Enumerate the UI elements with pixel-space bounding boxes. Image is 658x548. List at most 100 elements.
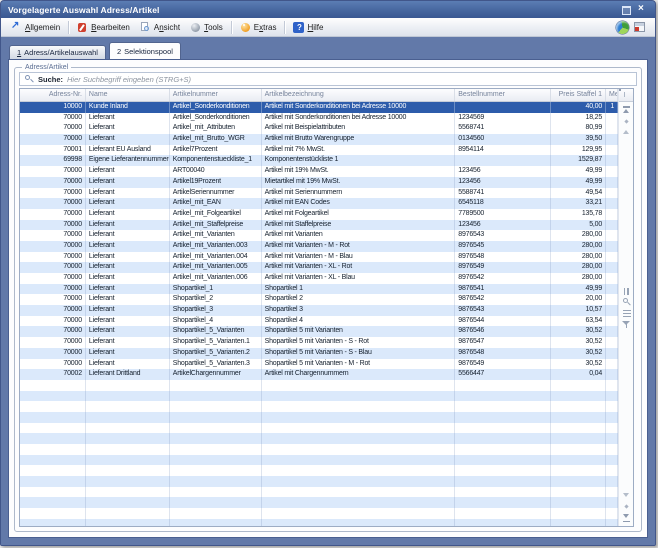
- cell-preis: 135,78: [551, 209, 606, 220]
- table-row[interactable]: 70000LieferantShopartikel_4Shopartikel 4…: [20, 316, 618, 327]
- filter-icon[interactable]: [621, 320, 632, 329]
- empty-row: [20, 476, 618, 487]
- cell-bestellnummer: [455, 497, 551, 508]
- table-row[interactable]: 70000LieferantArtikel19ProzentMietartike…: [20, 177, 618, 188]
- scroll-mark-icon[interactable]: [621, 502, 632, 511]
- scroll-top-icon[interactable]: [621, 106, 632, 115]
- restore-icon[interactable]: [620, 4, 633, 16]
- cell-artikelbezeichnung: [262, 519, 456, 526]
- table-row[interactable]: 70000LieferantArtikel_mit_Varianten.004A…: [20, 252, 618, 263]
- menu-item-extras[interactable]: Extras: [235, 21, 282, 34]
- cell-bestellnummer: 9876542: [455, 294, 551, 305]
- table-red-icon[interactable]: [634, 21, 647, 34]
- cell-me: [606, 252, 618, 263]
- cell-me: [606, 134, 618, 145]
- cell-artikelnummer: [170, 487, 262, 498]
- table-row[interactable]: 70000LieferantArtikel_mit_AttributenArti…: [20, 123, 618, 134]
- table-row[interactable]: 70000LieferantShopartikel_5_Varianten.1S…: [20, 337, 618, 348]
- cell-preis: 63,54: [551, 316, 606, 327]
- menu-item-allgemein[interactable]: Allgemein: [6, 21, 65, 34]
- scroll-down-icon[interactable]: [621, 491, 632, 500]
- window-title: Vorgelagerte Auswahl Adress/Artikel: [8, 5, 618, 15]
- list-icon[interactable]: [621, 309, 632, 318]
- column-header-artikelbezeichnung[interactable]: Artikelbezeichnung: [262, 89, 456, 101]
- scroll-bottom-icon[interactable]: [621, 513, 632, 522]
- empty-row: [20, 497, 618, 508]
- globe-icon[interactable]: [616, 21, 629, 34]
- menu-item-bearbeiten[interactable]: Bearbeiten: [72, 21, 135, 34]
- menu-item-hilfe[interactable]: Hilfe: [288, 21, 328, 34]
- cell-bestellnummer: 8976549: [455, 262, 551, 273]
- cell-name: Lieferant: [86, 284, 170, 295]
- cell-artikelnummer: Shopartikel_5_Varianten.3: [170, 359, 262, 370]
- cell-artikelbezeichnung: Artikel mit Chargennummern: [262, 369, 456, 380]
- column-header-me[interactable]: Me: [606, 89, 618, 101]
- cell-preis: 30,52: [551, 337, 606, 348]
- cell-name: Lieferant: [86, 123, 170, 134]
- cell-preis: [551, 497, 606, 508]
- table-row[interactable]: 70000LieferantArtikel_mit_StaffelpreiseA…: [20, 220, 618, 231]
- table-row[interactable]: 69998Eigene Lieferantennummer-FirmaKompo…: [20, 155, 618, 166]
- column-header-name[interactable]: Name: [86, 89, 170, 101]
- cell-adressnr: [20, 455, 86, 466]
- tab-selektionspool[interactable]: 2Selektionspool: [109, 42, 181, 59]
- table-row[interactable]: 10000Kunde InlandArtikel_Sonderkondition…: [20, 102, 618, 113]
- menu-item-ansicht[interactable]: Ansicht: [135, 21, 185, 34]
- cell-bestellnummer: 9876549: [455, 359, 551, 370]
- edit-red-icon: [77, 22, 88, 33]
- tab-adress-artikelauswahl[interactable]: 1Adress/Artikelauswahl: [9, 45, 106, 59]
- scroll-mark-icon[interactable]: [621, 117, 632, 126]
- scroll-up-icon[interactable]: [621, 128, 632, 137]
- search-box[interactable]: Suche:: [19, 72, 637, 86]
- column-header-bestellnummer[interactable]: Bestellnummer: [455, 89, 551, 101]
- cell-preis: 280,00: [551, 230, 606, 241]
- menu-separator: [284, 21, 285, 34]
- cell-artikelnummer: Artikel_mit_Varianten.003: [170, 241, 262, 252]
- table-row[interactable]: 70002Lieferant DrittlandArtikelChargennu…: [20, 369, 618, 380]
- cell-me: [606, 220, 618, 231]
- cell-artikelnummer: Shopartikel_3: [170, 305, 262, 316]
- cell-name: [86, 401, 170, 412]
- table-row[interactable]: 70000LieferantArtikel_mit_Varianten.005A…: [20, 262, 618, 273]
- cell-artikelnummer: Artikel_Sonderkonditionen: [170, 102, 262, 113]
- column-header-adressnr[interactable]: Adress-Nr.: [20, 89, 86, 101]
- table-row[interactable]: 70000LieferantShopartikel_5_Varianten.3S…: [20, 359, 618, 370]
- table-row[interactable]: 70000LieferantART00040Artikel mit 19% Mw…: [20, 166, 618, 177]
- column-header-preis[interactable]: Preis Staffel 1: [551, 89, 606, 101]
- table-row[interactable]: 70000LieferantArtikel_mit_Varianten.006A…: [20, 273, 618, 284]
- table-row[interactable]: 70000LieferantArtikel_mit_FolgeartikelAr…: [20, 209, 618, 220]
- column-header-artikelnummer[interactable]: Artikelnummer: [170, 89, 262, 101]
- pause-icon[interactable]: [621, 287, 632, 296]
- table-row[interactable]: 70000LieferantArtikelSeriennummerArtikel…: [20, 188, 618, 199]
- table-row[interactable]: 70001Lieferant EU AuslandArtikel7Prozent…: [20, 145, 618, 156]
- close-icon[interactable]: [635, 4, 648, 16]
- cell-name: Lieferant: [86, 220, 170, 231]
- cell-adressnr: [20, 497, 86, 508]
- table-row[interactable]: 70000LieferantArtikel_mit_VariantenArtik…: [20, 230, 618, 241]
- cell-adressnr: 70000: [20, 134, 86, 145]
- table-row[interactable]: 70000LieferantShopartikel_1Shopartikel 1…: [20, 284, 618, 295]
- table-row[interactable]: 70000LieferantShopartikel_5_VariantenSho…: [20, 326, 618, 337]
- cell-me: [606, 423, 618, 434]
- table-row[interactable]: 70000LieferantArtikel_mit_Brutto_WGRArti…: [20, 134, 618, 145]
- cell-preis: 49,54: [551, 188, 606, 199]
- table-row[interactable]: 70000LieferantShopartikel_2Shopartikel 2…: [20, 294, 618, 305]
- search-input[interactable]: [67, 74, 632, 84]
- table-row[interactable]: 70000LieferantShopartikel_3Shopartikel 3…: [20, 305, 618, 316]
- cell-name: Kunde Inland: [86, 102, 170, 113]
- cell-me: [606, 465, 618, 476]
- cell-me: [606, 380, 618, 391]
- cell-artikelnummer: Shopartikel_4: [170, 316, 262, 327]
- table-row[interactable]: 70000LieferantShopartikel_5_Varianten.2S…: [20, 348, 618, 359]
- cell-artikelnummer: [170, 401, 262, 412]
- cell-artikelbezeichnung: Artikel mit Varianten: [262, 230, 456, 241]
- menu-item-tools[interactable]: Tools: [185, 21, 228, 34]
- cell-bestellnummer: [455, 476, 551, 487]
- empty-row: [20, 380, 618, 391]
- table-row[interactable]: 70000LieferantArtikel_mit_Varianten.003A…: [20, 241, 618, 252]
- table-row[interactable]: 70000LieferantArtikel_mit_EANArtikel mit…: [20, 198, 618, 209]
- table-row[interactable]: 70000LieferantArtikel_SonderkonditionenA…: [20, 113, 618, 124]
- zoom-icon[interactable]: [621, 298, 632, 307]
- cell-artikelbezeichnung: [262, 433, 456, 444]
- cell-preis: 49,99: [551, 284, 606, 295]
